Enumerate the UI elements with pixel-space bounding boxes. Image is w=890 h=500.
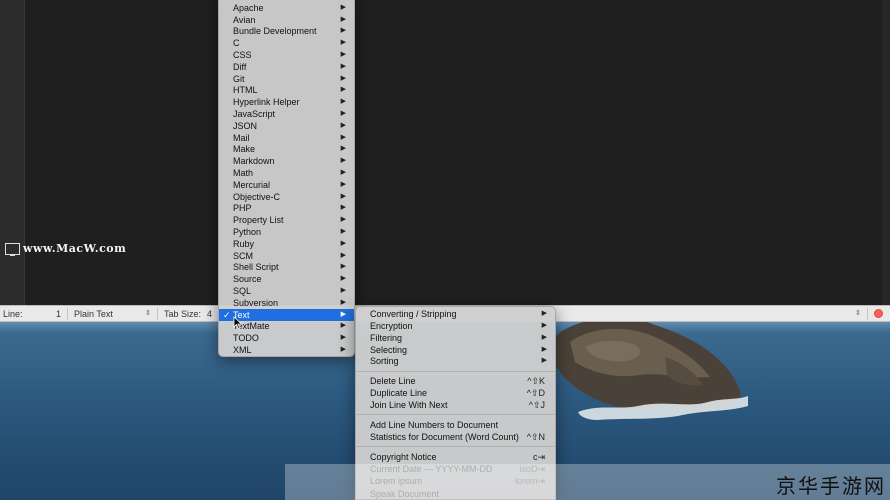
submenu-arrow-icon: ▶: [340, 204, 346, 211]
submenu-arrow-icon: ▶: [340, 287, 346, 294]
menu-item-diff[interactable]: Diff ▶: [219, 61, 354, 73]
menu-item-shell-script[interactable]: Shell Script ▶: [219, 261, 354, 273]
shortcut-label: c⇥: [532, 452, 545, 462]
menu-divider: [356, 414, 555, 415]
status-divider: [157, 308, 158, 320]
menu-item-property-list[interactable]: Property List ▶: [219, 214, 354, 226]
submenu-arrow-icon: ▶: [340, 181, 346, 188]
menu-item-sql[interactable]: SQL ▶: [219, 285, 354, 297]
menu-item-xml[interactable]: XML ▶: [219, 344, 354, 356]
submenu-arrow-icon: ▶: [541, 322, 547, 329]
submenu-arrow-icon: ▶: [340, 51, 346, 58]
submenu-arrow-icon: ▶: [340, 334, 346, 341]
submenu-arrow-icon: ▶: [340, 240, 346, 247]
submenu-item-statistics[interactable]: Statistics for Document (Word Count) ^⇧N: [356, 431, 555, 443]
menu-item-json[interactable]: JSON ▶: [219, 120, 354, 132]
status-divider: [67, 308, 68, 320]
submenu-arrow-icon: ▶: [541, 310, 547, 317]
submenu-arrow-icon: ▶: [340, 228, 346, 235]
submenu-arrow-icon: ▶: [340, 39, 346, 46]
menu-item-hyperlink-helper[interactable]: Hyperlink Helper ▶: [219, 96, 354, 108]
submenu-arrow-icon: ▶: [340, 63, 346, 70]
submenu-arrow-icon: ▶: [541, 334, 547, 341]
shortcut-label: ^⇧N: [526, 432, 545, 442]
submenu-item-join-line[interactable]: Join Line With Next ^⇧J: [356, 399, 555, 411]
menu-divider: [356, 371, 555, 372]
shortcut-label: ^⇧D: [526, 388, 545, 398]
record-dot-icon[interactable]: [874, 309, 883, 318]
submenu-item-filtering[interactable]: Filtering ▶: [356, 332, 555, 344]
wave-foam-image: [578, 396, 748, 420]
submenu-arrow-icon: ▶: [541, 357, 547, 364]
symbol-updown-icon[interactable]: ⇕: [855, 309, 861, 317]
menu-item-apache[interactable]: Apache ▶: [219, 2, 354, 14]
menu-item-html[interactable]: HTML ▶: [219, 84, 354, 96]
watermark-text: www.MacW.com: [23, 242, 127, 255]
menu-divider: [356, 446, 555, 447]
submenu-arrow-icon: ▶: [340, 4, 346, 11]
menu-item-bundle-development[interactable]: Bundle Development ▶: [219, 25, 354, 37]
submenu-arrow-icon: ▶: [340, 122, 346, 129]
menu-item-php[interactable]: PHP ▶: [219, 202, 354, 214]
monitor-icon: [5, 242, 20, 256]
menu-item-math[interactable]: Math ▶: [219, 167, 354, 179]
editor-area[interactable]: [0, 0, 890, 305]
shortcut-label: ^⇧K: [527, 376, 545, 386]
menu-item-source[interactable]: Source ▶: [219, 273, 354, 285]
line-label: Line:: [3, 309, 23, 319]
shortcut-label: ^⇧J: [528, 400, 545, 410]
submenu-arrow-icon: ▶: [340, 27, 346, 34]
submenu-arrow-icon: ▶: [340, 145, 346, 152]
line-number-value[interactable]: 1: [56, 309, 61, 319]
submenu-arrow-icon: ▶: [340, 275, 346, 282]
submenu-item-sorting[interactable]: Sorting ▶: [356, 355, 555, 367]
editor-scrollbar[interactable]: [882, 0, 890, 305]
mouse-pointer-icon: [233, 316, 243, 330]
submenu-arrow-icon: ▶: [340, 322, 346, 329]
submenu-arrow-icon: ▶: [340, 169, 346, 176]
language-updown-icon[interactable]: ⇕: [145, 309, 151, 317]
submenu-arrow-icon: ▶: [340, 157, 346, 164]
menu-item-c[interactable]: C ▶: [219, 37, 354, 49]
bundles-menu: Apache ▶ Avian ▶ Bundle Development ▶ C ▶ CS…: [218, 0, 355, 357]
submenu-arrow-icon: ▶: [340, 110, 346, 117]
status-divider: [867, 308, 868, 320]
submenu-item-add-line-numbers[interactable]: Add Line Numbers to Document: [356, 419, 555, 431]
submenu-arrow-icon: ▶: [340, 98, 346, 105]
submenu-arrow-icon: ▶: [340, 86, 346, 93]
submenu-item-copyright-notice[interactable]: Copyright Notice c⇥: [356, 451, 555, 463]
menu-item-subversion[interactable]: Subversion ▶: [219, 297, 354, 309]
submenu-arrow-icon: ▶: [340, 299, 346, 306]
tab-size-value[interactable]: 4: [207, 309, 212, 319]
submenu-arrow-icon: ▶: [340, 263, 346, 270]
line-number-gutter: [0, 0, 25, 305]
menu-item-mercurial[interactable]: Mercurial ▶: [219, 179, 354, 191]
menu-item-markdown[interactable]: Markdown ▶: [219, 155, 354, 167]
menu-item-css[interactable]: CSS ▶: [219, 49, 354, 61]
submenu-item-delete-line[interactable]: Delete Line ^⇧K: [356, 375, 555, 387]
submenu-item-duplicate-line[interactable]: Duplicate Line ^⇧D: [356, 387, 555, 399]
menu-item-ruby[interactable]: Ruby ▶: [219, 238, 354, 250]
menu-item-javascript[interactable]: JavaScript ▶: [219, 108, 354, 120]
menu-item-todo[interactable]: TODO ▶: [219, 332, 354, 344]
menu-item-python[interactable]: Python ▶: [219, 226, 354, 238]
submenu-item-converting-stripping[interactable]: Converting / Stripping ▶: [356, 308, 555, 320]
submenu-arrow-icon: ▶: [340, 346, 346, 353]
submenu-arrow-icon: ▶: [340, 216, 346, 223]
menu-item-make[interactable]: Make ▶: [219, 143, 354, 155]
submenu-item-encryption[interactable]: Encryption ▶: [356, 320, 555, 332]
language-select[interactable]: Plain Text: [74, 309, 113, 319]
site-watermark: www.MacW.com: [5, 242, 127, 256]
tab-size-label: Tab Size:: [164, 309, 202, 319]
brand-logo-text: 京华手游网: [776, 474, 886, 498]
